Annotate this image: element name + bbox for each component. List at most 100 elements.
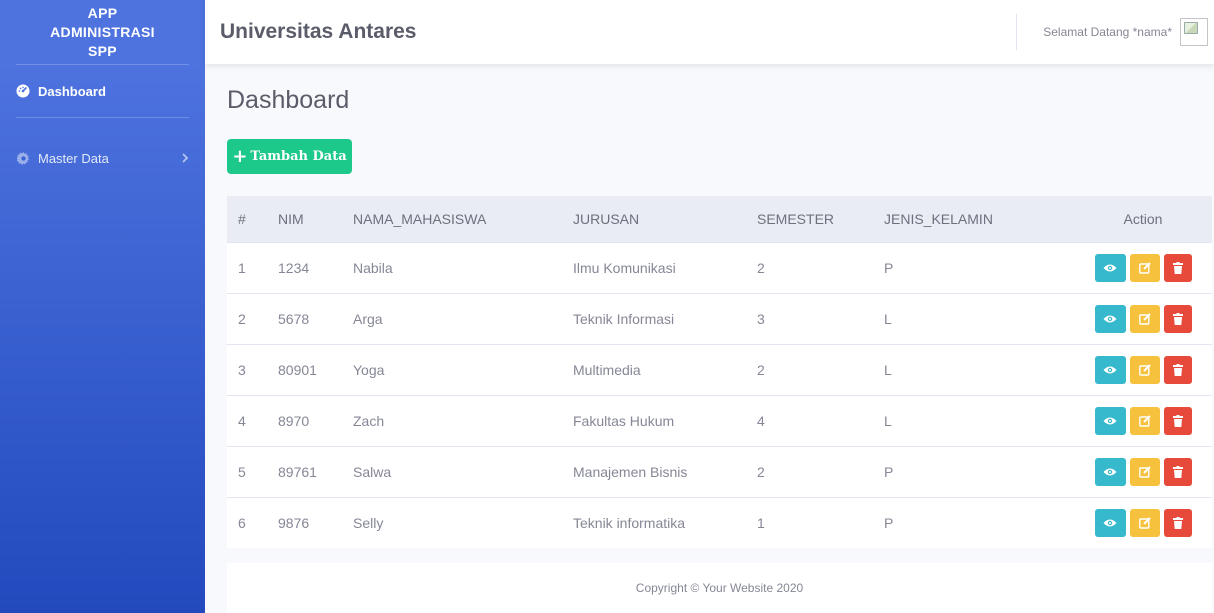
cell-nama: Nabila bbox=[353, 259, 393, 276]
cell-actions bbox=[1074, 497, 1212, 548]
sidebar-brand[interactable]: APP ADMINISTRASI SPP bbox=[0, 0, 205, 64]
edit-button[interactable] bbox=[1129, 406, 1160, 435]
cell-no: 3 bbox=[238, 361, 246, 378]
cell-actions bbox=[1074, 395, 1212, 446]
cell-actions bbox=[1074, 242, 1212, 293]
column-header[interactable]: NAMA_MAHASISWA bbox=[353, 196, 573, 242]
edit-button[interactable] bbox=[1129, 304, 1160, 333]
add-data-button[interactable]: + Tambah Data bbox=[227, 139, 352, 174]
delete-button[interactable] bbox=[1163, 508, 1192, 537]
edit-icon bbox=[1138, 312, 1151, 325]
eye-icon bbox=[1103, 417, 1117, 424]
column-header[interactable]: JENIS_KELAMIN bbox=[884, 196, 1074, 242]
table-row: 6 9876 Selly Teknik informatika 1 P bbox=[227, 497, 1212, 548]
delete-button[interactable] bbox=[1163, 304, 1192, 333]
column-header[interactable]: NIM bbox=[267, 196, 353, 242]
sidebar-item-label: Dashboard bbox=[38, 83, 106, 99]
edit-icon bbox=[1138, 363, 1151, 376]
cell-nim: 5678 bbox=[278, 310, 310, 327]
delete-button[interactable] bbox=[1163, 355, 1192, 384]
edit-icon bbox=[1138, 261, 1151, 274]
eye-icon bbox=[1103, 264, 1117, 271]
cell-jenis-kelamin: P bbox=[884, 259, 894, 276]
column-header[interactable]: JURUSAN bbox=[573, 196, 757, 242]
cell-semester: 4 bbox=[757, 412, 765, 429]
sidebar-item-label: Master Data bbox=[38, 150, 109, 166]
cell-jurusan: Multimedia bbox=[573, 361, 641, 378]
table-row: 1 1234 Nabila Ilmu Komunikasi 2 P bbox=[227, 242, 1212, 293]
edit-button[interactable] bbox=[1129, 508, 1160, 537]
delete-button[interactable] bbox=[1163, 406, 1192, 435]
cell-jurusan: Teknik Informasi bbox=[573, 310, 675, 327]
column-header[interactable]: # bbox=[227, 196, 267, 242]
copyright-text: Copyright © Your Website 2020 bbox=[635, 581, 804, 595]
sidebar-item-dashboard[interactable]: Dashboard bbox=[0, 65, 205, 117]
cell-semester: 3 bbox=[757, 310, 765, 327]
edit-icon bbox=[1138, 517, 1151, 529]
cell-jenis-kelamin: L bbox=[884, 310, 892, 327]
footer: Copyright © Your Website 2020 bbox=[227, 563, 1212, 613]
delete-button[interactable] bbox=[1163, 253, 1192, 282]
view-button[interactable] bbox=[1094, 304, 1126, 333]
cell-semester: 2 bbox=[757, 361, 765, 378]
chevron-right-icon bbox=[181, 151, 189, 166]
cell-jenis-kelamin: L bbox=[884, 412, 892, 429]
cell-jurusan: Teknik informatika bbox=[573, 514, 686, 531]
view-button[interactable] bbox=[1094, 406, 1126, 435]
topbar-divider bbox=[1016, 14, 1018, 50]
cell-jenis-kelamin: P bbox=[884, 463, 894, 480]
cell-no: 5 bbox=[238, 463, 246, 480]
cell-nim: 1234 bbox=[278, 259, 310, 276]
edit-button[interactable] bbox=[1129, 457, 1160, 486]
cell-actions bbox=[1074, 344, 1212, 395]
cell-nim: 8970 bbox=[278, 412, 310, 429]
cell-jurusan: Fakultas Hukum bbox=[573, 412, 675, 429]
cell-jurusan: Manajemen Bisnis bbox=[573, 463, 688, 480]
data-table: # NIM NAMA_MAHASISWA JURUSAN SEMESTER JE… bbox=[227, 196, 1212, 548]
cell-semester: 1 bbox=[757, 514, 765, 531]
sidebar: APP ADMINISTRASI SPP Dashboard Master Da… bbox=[0, 0, 205, 613]
brand-line: ADMINISTRASI bbox=[50, 23, 155, 40]
edit-button[interactable] bbox=[1129, 253, 1160, 282]
column-header: Action bbox=[1123, 210, 1163, 227]
user-greeting[interactable]: Selamat Datang *nama* bbox=[1043, 25, 1172, 39]
table-row: 5 89761 Salwa Manajemen Bisnis 2 P bbox=[227, 446, 1212, 497]
view-button[interactable] bbox=[1094, 457, 1126, 486]
view-button[interactable] bbox=[1094, 508, 1126, 537]
add-data-label: Tambah Data bbox=[250, 149, 347, 164]
edit-icon bbox=[1138, 414, 1151, 427]
cell-semester: 2 bbox=[757, 259, 765, 276]
plus-icon: + bbox=[232, 145, 248, 167]
cell-nama: Arga bbox=[353, 310, 383, 327]
cell-nama: Zach bbox=[353, 412, 385, 429]
trash-icon bbox=[1172, 363, 1183, 376]
avatar[interactable] bbox=[1180, 18, 1208, 46]
table-row: 4 8970 Zach Fakultas Hukum 4 L bbox=[227, 395, 1212, 446]
page-title: Dashboard bbox=[227, 86, 350, 114]
cell-nama: Yoga bbox=[353, 361, 385, 378]
cell-no: 6 bbox=[238, 514, 246, 531]
brand-line: SPP bbox=[88, 42, 117, 59]
view-button[interactable] bbox=[1094, 253, 1126, 282]
eye-icon bbox=[1103, 519, 1117, 527]
delete-button[interactable] bbox=[1163, 457, 1192, 486]
cell-actions bbox=[1074, 446, 1212, 497]
trash-icon bbox=[1172, 261, 1183, 274]
eye-icon bbox=[1103, 468, 1117, 475]
gear-icon bbox=[16, 151, 30, 165]
edit-button[interactable] bbox=[1129, 355, 1160, 384]
cell-jurusan: Ilmu Komunikasi bbox=[573, 259, 676, 276]
cell-actions bbox=[1074, 293, 1212, 344]
cell-nim: 89761 bbox=[278, 463, 317, 480]
view-button[interactable] bbox=[1094, 355, 1126, 384]
column-header[interactable]: SEMESTER bbox=[757, 196, 884, 242]
page-header-title: Universitas Antares bbox=[220, 20, 417, 43]
cell-nim: 9876 bbox=[278, 514, 310, 531]
edit-icon bbox=[1138, 465, 1151, 478]
trash-icon bbox=[1172, 312, 1183, 325]
sidebar-item-master-data[interactable]: Master Data bbox=[0, 118, 205, 198]
cell-nim: 80901 bbox=[278, 361, 317, 378]
brand-line: APP bbox=[87, 4, 118, 21]
table-header-row: # NIM NAMA_MAHASISWA JURUSAN SEMESTER JE… bbox=[227, 196, 1212, 242]
tachometer-icon bbox=[16, 84, 30, 98]
